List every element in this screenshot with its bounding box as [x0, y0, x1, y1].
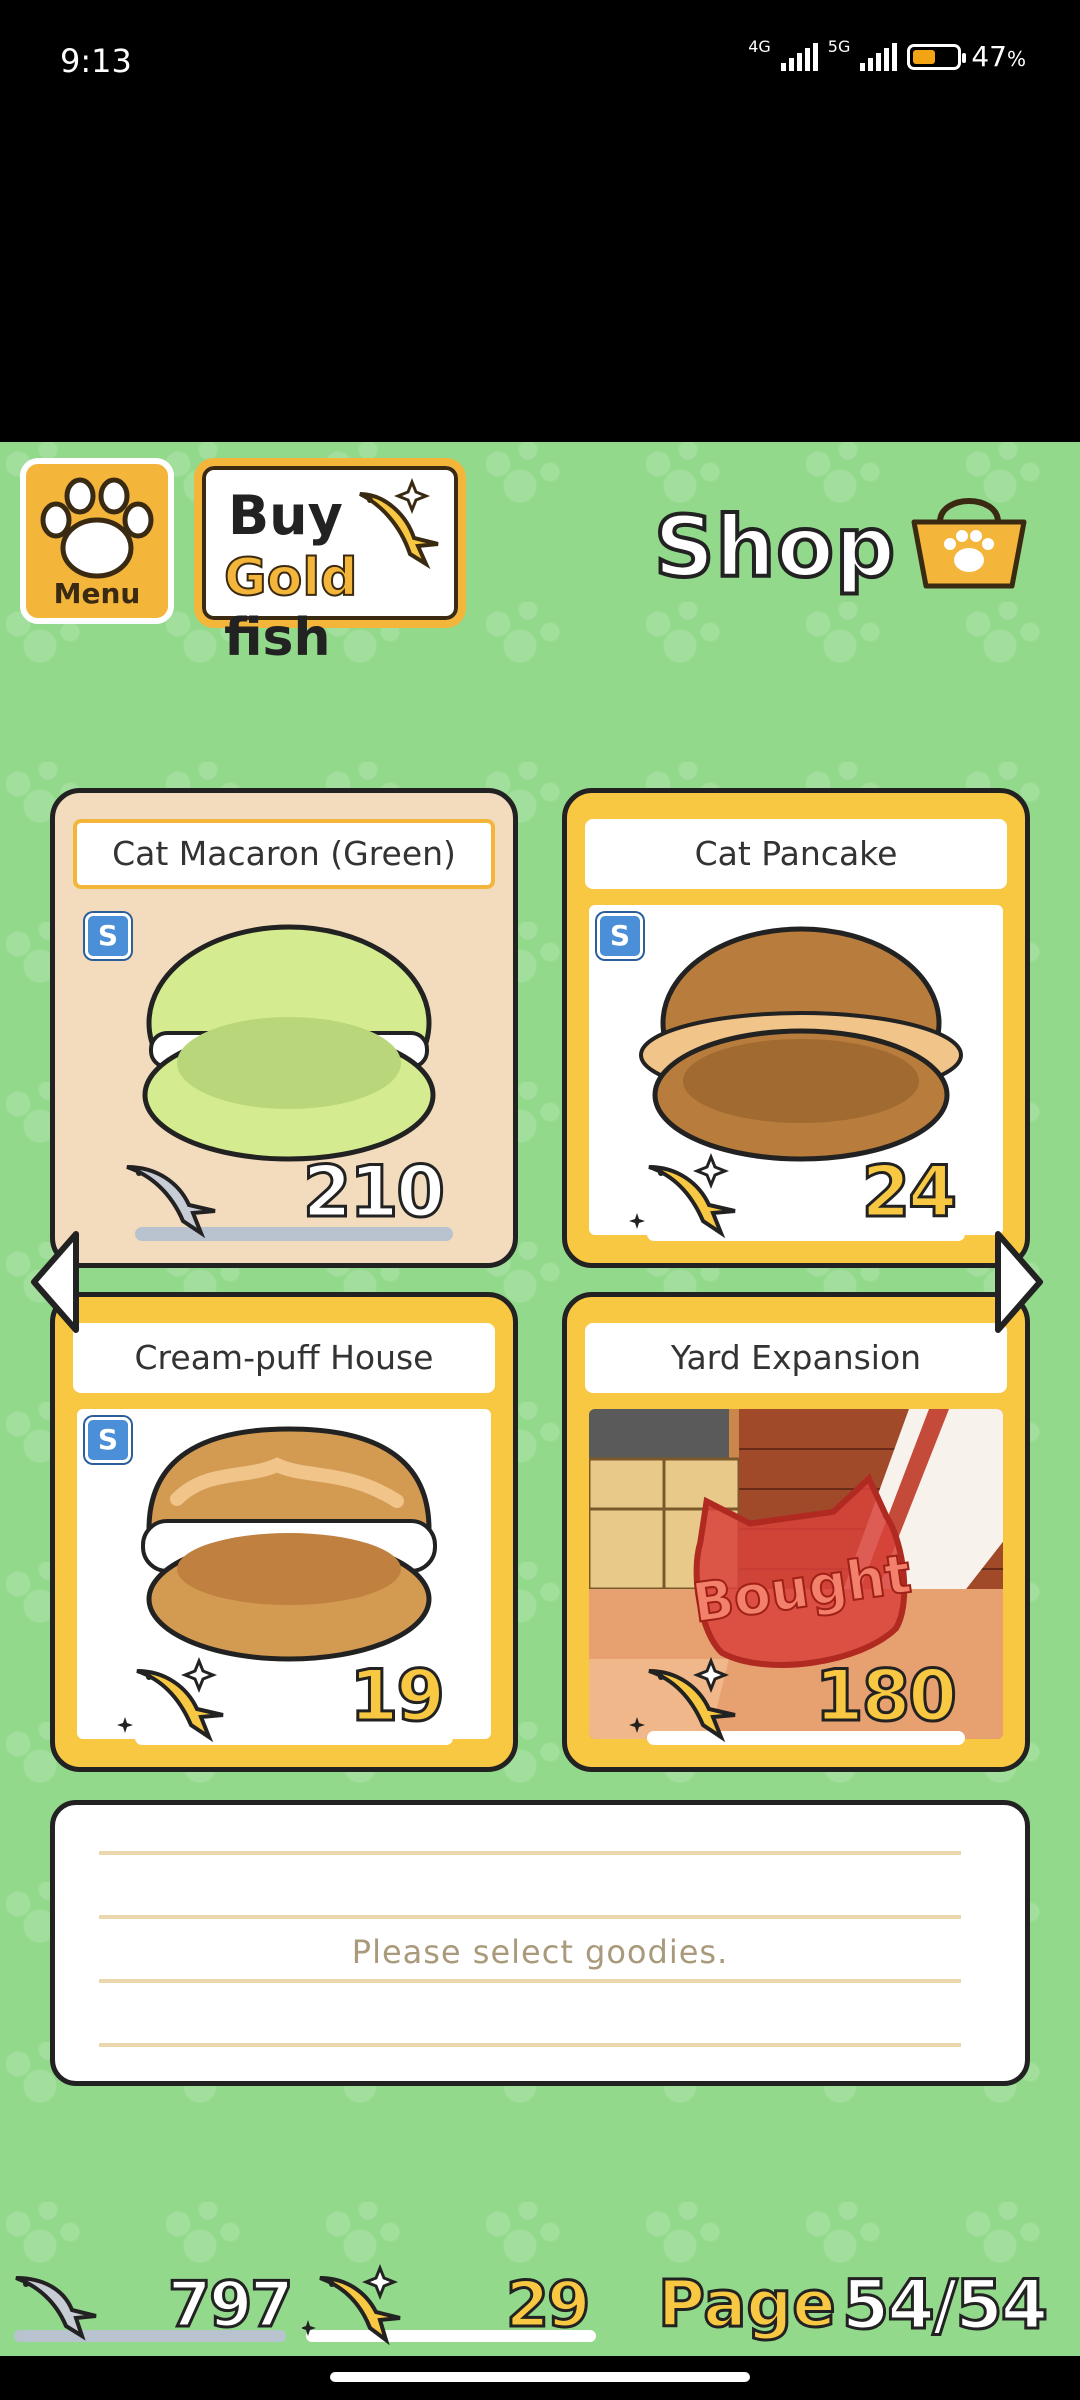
shop-bag-icon [911, 498, 1027, 589]
s-badge: S [85, 913, 131, 959]
gold-fish-count: 29 [504, 2267, 591, 2343]
menu-label: Menu [53, 577, 141, 610]
silver-fish-count: 797 [166, 2267, 294, 2343]
divider [99, 1979, 961, 1983]
shop-title: Shop [652, 496, 897, 598]
signal-bars-icon [860, 42, 898, 71]
network-5g-label: 5G [827, 37, 851, 56]
gold-fish-icon [629, 1656, 736, 1743]
sparkle-icon [393, 477, 431, 515]
page-number: 54/54 [840, 2265, 1049, 2347]
item-price: 210 [301, 1150, 446, 1235]
home-indicator[interactable] [330, 2372, 750, 2382]
currency-bar: 797 29 Page 54/54 [0, 2264, 1080, 2356]
gold-fish-icon [359, 477, 439, 570]
item-price: 180 [813, 1654, 958, 1739]
network-4g-label: 4G [748, 37, 771, 56]
item-title: Cat Macaron (Green) [73, 819, 495, 889]
shop-item-cat-macaron-green[interactable]: Cat Macaron (Green) S 210 [50, 788, 518, 1268]
gold-fish-icon [302, 2264, 401, 2346]
divider [99, 2043, 961, 2047]
buy-gold-fish-button[interactable]: Buy Gold fish [194, 458, 466, 668]
divider [99, 1851, 961, 1855]
signal-bars-icon [780, 42, 818, 71]
gold-fish-icon [117, 1656, 224, 1743]
item-title: Cat Pancake [585, 819, 1007, 889]
gold-fish-icon [629, 1152, 736, 1239]
divider [99, 1915, 961, 1919]
s-badge: S [85, 1417, 131, 1463]
shop-item-yard-expansion[interactable]: Yard Expansion Bought 180 [562, 1292, 1030, 1772]
status-indicators: 4G 5G 47% [748, 37, 1026, 73]
description-text: Please select goodies. [351, 1933, 729, 1971]
arrow-right-icon[interactable] [992, 1228, 1048, 1336]
item-price: 19 [348, 1654, 446, 1739]
s-badge: S [597, 913, 643, 959]
item-title: Yard Expansion [585, 1323, 1007, 1393]
item-price: 24 [860, 1150, 958, 1235]
arrow-left-icon[interactable] [26, 1228, 82, 1336]
paw-icon [40, 477, 154, 579]
buy-label: Buy [228, 484, 343, 547]
battery-icon [907, 43, 967, 70]
silver-fish-icon [126, 1165, 216, 1239]
description-box: Please select goodies. [50, 1800, 1030, 2086]
menu-button[interactable]: Menu [20, 458, 174, 624]
shop-item-cream-puff-house[interactable]: Cream-puff House S 19 [50, 1292, 518, 1772]
silver-fish-icon [15, 2276, 97, 2341]
page-label: Page [657, 2267, 838, 2344]
item-title: Cream-puff House [73, 1323, 495, 1393]
battery-percent: 47% [971, 40, 1026, 73]
shop-item-cat-pancake[interactable]: Cat Pancake S 24 [562, 788, 1030, 1268]
status-time: 9:13 [60, 42, 132, 80]
